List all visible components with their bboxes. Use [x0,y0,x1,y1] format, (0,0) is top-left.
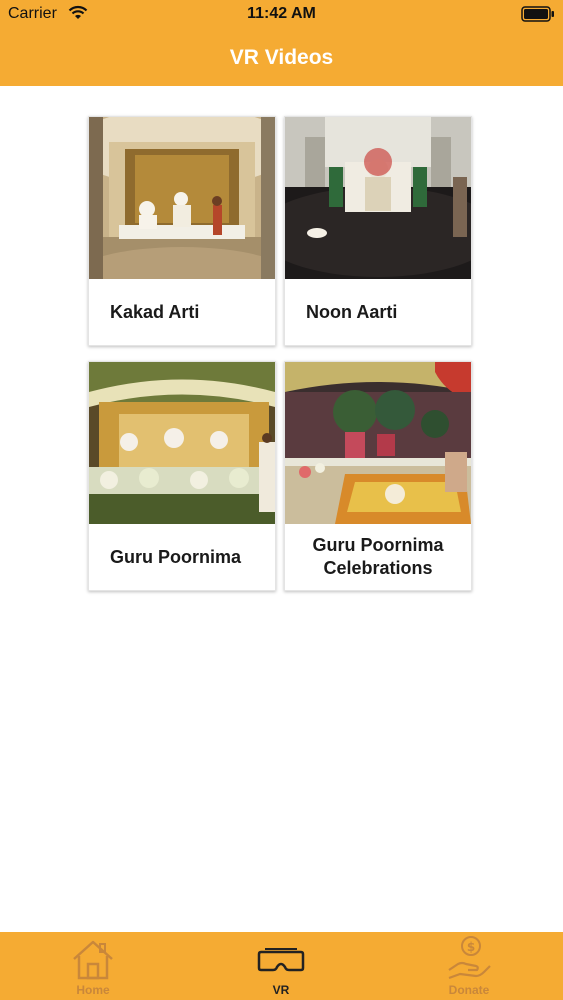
video-title: Guru Poornima Celebrations [312,535,444,578]
status-bar: Carrier 11:42 AM [0,0,563,30]
svg-text:$: $ [467,940,475,954]
video-thumbnail [285,362,471,524]
home-icon [73,940,113,980]
video-title: Guru Poornima [110,546,242,567]
video-thumbnail [285,117,471,279]
tab-donate[interactable]: $ Donate [409,932,529,1000]
video-title: Noon Aarti [306,301,398,322]
tab-bar: Home VR $ Donate [0,932,563,1000]
video-card-guru-poornima-celebrations[interactable]: Guru Poornima Celebrations [284,361,472,591]
tab-donate-label: Donate [448,983,490,997]
video-card-noon-aarti[interactable]: Noon Aarti [284,116,472,346]
nav-bar: VR Videos [0,30,563,86]
tab-vr-label: VR [272,983,290,997]
video-title: Kakad Arti [110,301,200,322]
video-thumbnail [89,117,275,279]
donate-icon: $ [448,936,491,980]
tab-home[interactable]: Home [33,932,153,1000]
video-thumbnail [89,362,275,524]
tab-home-label: Home [76,983,110,997]
vr-headset-icon [257,948,305,972]
video-card-kakad-arti[interactable]: Kakad Arti [88,116,276,346]
page-title: VR Videos [229,46,334,69]
status-time: 11:42 AM [247,5,316,22]
tab-vr[interactable]: VR [221,932,341,1000]
video-card-guru-poornima[interactable]: Guru Poornima [88,361,276,591]
battery-icon [521,6,555,27]
